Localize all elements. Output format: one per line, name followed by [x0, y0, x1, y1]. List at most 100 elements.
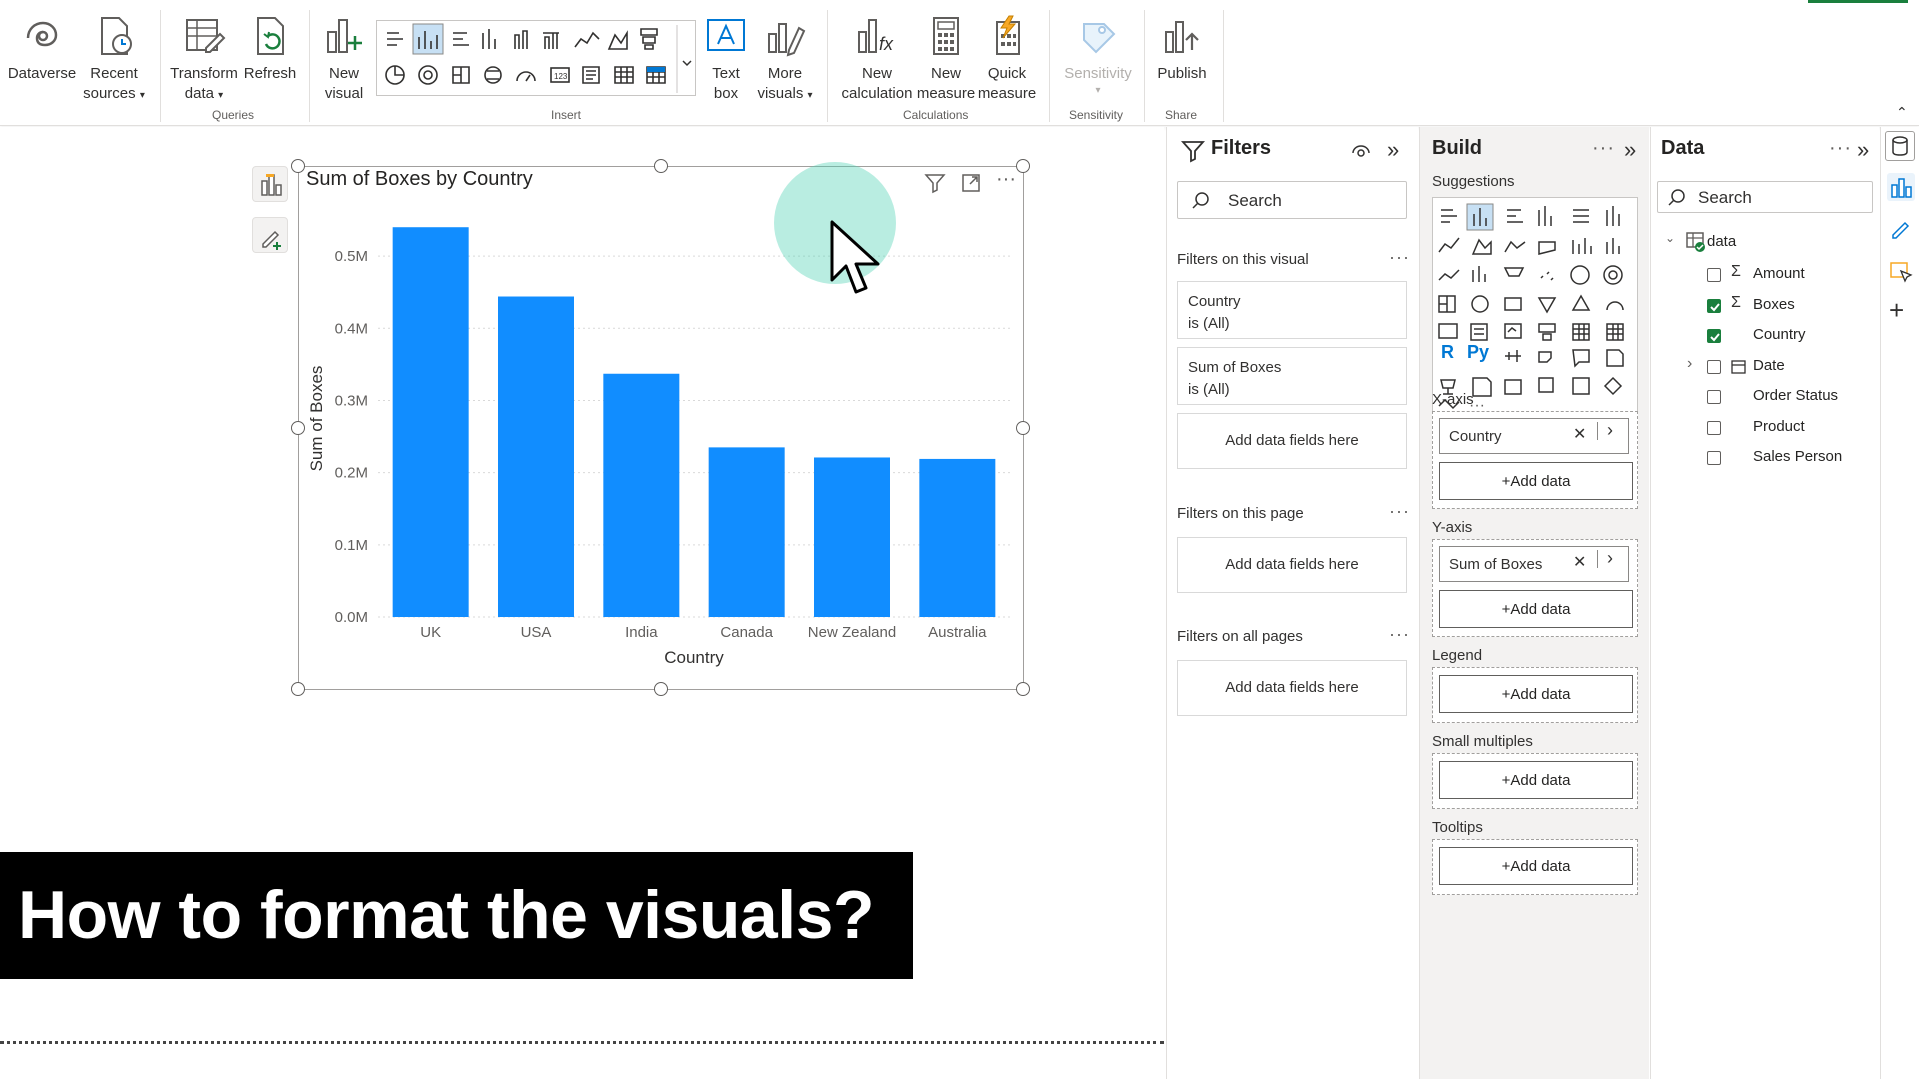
filters-search-input[interactable]: Search	[1177, 181, 1407, 219]
more-visuals-button[interactable]: More visuals ▾	[752, 14, 818, 106]
chevron-down-icon[interactable]: ⌄	[1665, 231, 1675, 245]
transform-data-button[interactable]: Transform data ▾	[168, 14, 240, 106]
field-checkbox[interactable]	[1707, 451, 1721, 465]
svg-text:R: R	[1441, 342, 1454, 362]
expand-field-icon[interactable]: ›	[1607, 420, 1613, 441]
tooltips-add-data-button[interactable]: +Add data	[1439, 847, 1633, 885]
field-row[interactable]: Order Status	[1651, 385, 1871, 409]
field-checkbox[interactable]	[1707, 329, 1721, 343]
expand-field-icon[interactable]: ›	[1607, 548, 1613, 569]
resize-handle-bottom[interactable]	[654, 682, 668, 696]
field-checkbox[interactable]	[1707, 420, 1721, 435]
more-options-icon[interactable]: ···	[1389, 247, 1410, 268]
small-multiples-add-data-button[interactable]: +Add data	[1439, 761, 1633, 799]
field-row[interactable]: › Date	[1651, 355, 1871, 379]
resize-handle-bottom-left[interactable]	[291, 682, 305, 696]
legend-add-data-button[interactable]: +Add data	[1439, 675, 1633, 713]
field-row[interactable]: Product	[1651, 416, 1871, 440]
text-box-button[interactable]: Text box	[702, 14, 750, 104]
report-filters-drop-zone[interactable]: Add data fields here	[1177, 660, 1407, 716]
more-options-icon[interactable]: ···	[1389, 501, 1410, 522]
filters-pane: Filters » Search Filters on this visual …	[1166, 127, 1418, 1079]
dataverse-button[interactable]: Dataverse	[6, 14, 78, 84]
collapse-build-icon[interactable]: »	[1624, 137, 1636, 163]
new-visual-button[interactable]: New visual	[318, 14, 370, 104]
format-visual-button[interactable]	[252, 217, 288, 253]
chevron-right-icon[interactable]: ›	[1687, 355, 1692, 373]
data-search-input[interactable]: Search	[1657, 181, 1873, 213]
small-multiples-label: Small multiples	[1432, 733, 1533, 750]
dataverse-label: Dataverse	[7, 65, 77, 82]
y-tick-label: 0.5M	[335, 248, 368, 265]
field-row[interactable]: Country	[1651, 324, 1871, 348]
add-pane-icon[interactable]: +	[1889, 295, 1904, 326]
field-row[interactable]: Σ Boxes	[1651, 294, 1871, 318]
build-visual-button[interactable]	[252, 166, 288, 202]
text-box-label-1: Text	[712, 65, 740, 82]
data-pane-toggle[interactable]	[1885, 131, 1915, 161]
more-options-icon[interactable]: ···	[1829, 137, 1852, 160]
new-visual-icon	[327, 19, 362, 53]
resize-handle-left[interactable]	[291, 421, 305, 435]
more-options-icon[interactable]: ···	[996, 169, 1022, 194]
resize-handle-top-right[interactable]	[1016, 159, 1030, 173]
collapse-filters-icon[interactable]: »	[1387, 137, 1399, 163]
new-measure-button[interactable]: New measure	[917, 14, 975, 104]
suggestions-label: Suggestions	[1432, 173, 1515, 190]
filter-card-sum-of-boxes[interactable]: Sum of Boxes is (All)	[1177, 347, 1407, 405]
ribbon-separator	[827, 10, 828, 122]
field-row[interactable]: Σ Amount	[1651, 263, 1871, 287]
field-checkbox[interactable]	[1707, 359, 1721, 374]
resize-handle-right[interactable]	[1016, 421, 1030, 435]
field-checkbox[interactable]	[1707, 298, 1721, 313]
field-checkbox[interactable]	[1707, 268, 1721, 282]
build-pane-toggle[interactable]	[1887, 173, 1915, 201]
sensitivity-button[interactable]: Sensitivity ▾	[1058, 14, 1138, 98]
resize-handle-top-left[interactable]	[291, 159, 305, 173]
filter-icon[interactable]	[924, 172, 950, 194]
table-name[interactable]: data	[1707, 233, 1736, 250]
svg-text:fx: fx	[879, 34, 894, 54]
field-checkbox[interactable]	[1707, 390, 1721, 404]
transform-data-label-1: Transform	[170, 65, 238, 82]
chip-divider	[1597, 550, 1598, 568]
field-row[interactable]: Sales Person	[1651, 446, 1871, 470]
check-icon	[1710, 333, 1720, 342]
chip-divider	[1597, 422, 1598, 440]
recent-sources-button[interactable]: Recent sources ▾	[80, 14, 148, 106]
selection-pane-toggle[interactable]	[1887, 257, 1915, 285]
ribbon-separator	[1049, 10, 1050, 122]
resize-handle-top[interactable]	[654, 159, 668, 173]
more-options-icon[interactable]: ···	[1389, 624, 1410, 645]
calendar-icon	[1731, 359, 1746, 374]
y-axis-field-chip[interactable]: Sum of Boxes	[1439, 546, 1629, 582]
svg-text:Py: Py	[1467, 342, 1489, 362]
collapse-data-icon[interactable]: »	[1857, 137, 1869, 163]
more-options-icon[interactable]: ···	[1592, 137, 1615, 160]
remove-field-icon[interactable]: ✕	[1573, 552, 1586, 572]
refresh-button[interactable]: Refresh	[240, 14, 300, 84]
page-filters-drop-zone[interactable]: Add data fields here	[1177, 537, 1407, 593]
x-axis-title: Country	[664, 648, 724, 667]
filters-title: Filters	[1211, 137, 1272, 159]
format-pane-toggle[interactable]	[1887, 215, 1915, 243]
publish-button[interactable]: Publish	[1150, 14, 1214, 84]
field-name: Sales Person	[1753, 448, 1843, 465]
x-axis-field-chip[interactable]: Country	[1439, 418, 1629, 454]
publish-label: Publish	[1157, 65, 1207, 82]
filter-card-country[interactable]: Country is (All)	[1177, 281, 1407, 339]
eye-icon[interactable]	[1351, 143, 1371, 159]
tooltips-well: +Add data	[1432, 839, 1638, 895]
remove-field-icon[interactable]: ✕	[1573, 424, 1586, 444]
ribbon-separator	[309, 10, 310, 122]
new-calculation-button[interactable]: fx New calculation	[836, 14, 918, 104]
legend-label: Legend	[1432, 647, 1483, 664]
visual-filters-drop-zone[interactable]: Add data fields here	[1177, 413, 1407, 469]
focus-mode-icon[interactable]	[960, 172, 986, 194]
collapse-ribbon-icon[interactable]: ⌃	[1896, 104, 1908, 121]
y-axis-add-data-button[interactable]: +Add data	[1439, 590, 1633, 628]
x-axis-add-data-button[interactable]: +Add data	[1439, 462, 1633, 500]
y-tick-label: 0.1M	[335, 537, 368, 554]
quick-measure-button[interactable]: Quick measure	[974, 14, 1040, 104]
resize-handle-bottom-right[interactable]	[1016, 682, 1030, 696]
